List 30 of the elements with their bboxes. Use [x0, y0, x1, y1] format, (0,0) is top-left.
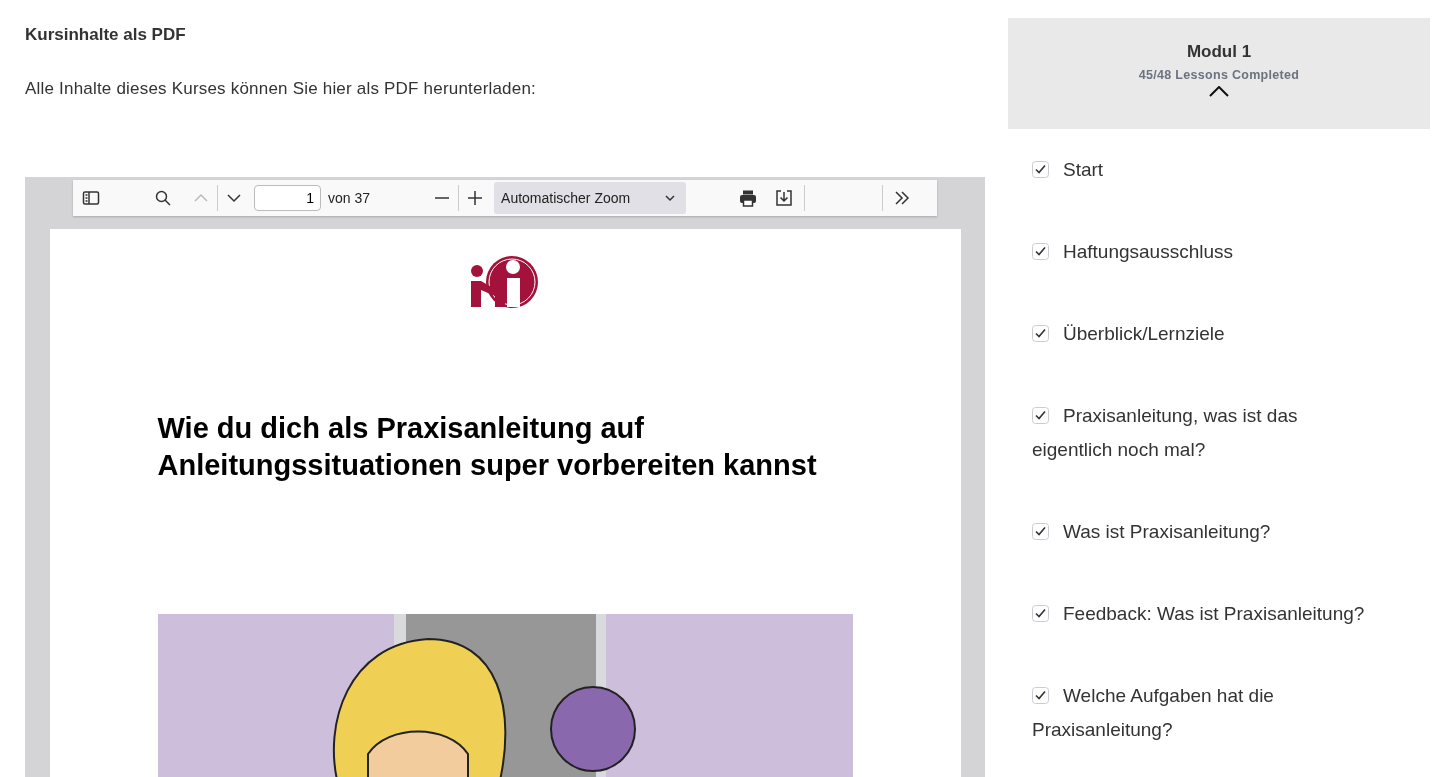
- lesson-link[interactable]: Praxisanleitung, was ist das eigentlich noch mal?: [1032, 399, 1372, 467]
- search-icon[interactable]: [153, 188, 173, 208]
- lesson-link[interactable]: Überblick/Lernziele: [1032, 317, 1372, 351]
- progress-text: 45/48 Lessons Completed: [1138, 68, 1300, 82]
- page-count: von 37: [328, 190, 371, 206]
- checkbox[interactable]: [1032, 407, 1049, 424]
- module-header[interactable]: Modul 1 45/48 Lessons Completed: [1008, 18, 1430, 129]
- download-icon[interactable]: [774, 188, 795, 208]
- document-heading: Wie du dich als Praxisanleitung auf Anleitungssituationen super vorbereiten kannst: [157, 411, 818, 483]
- checkbox[interactable]: [1032, 605, 1049, 622]
- checkbox[interactable]: [1032, 161, 1049, 178]
- lesson-link[interactable]: Feedback: Was ist Praxisanleitung?: [1032, 597, 1372, 631]
- page-number-field[interactable]: 1: [254, 185, 321, 211]
- checkbox[interactable]: [1032, 325, 1049, 342]
- checkbox[interactable]: [1032, 687, 1049, 704]
- checkbox[interactable]: [1032, 523, 1049, 540]
- sidebar-toggle-icon[interactable]: [81, 188, 101, 208]
- chevron-up-icon[interactable]: [1209, 86, 1229, 97]
- section-description: Alle Inhalte dieses Kurses können Sie hier als PDF herunterladen:: [25, 79, 537, 99]
- zoom-dropdown[interactable]: Automatischer Zoom: [494, 182, 687, 214]
- lesson-link[interactable]: Was ist Praxisanleitung?: [1032, 515, 1372, 549]
- lesson-link[interactable]: Haftungsausschluss: [1032, 235, 1372, 269]
- module-title: Modul 1: [1186, 42, 1252, 62]
- checkbox[interactable]: [1032, 243, 1049, 260]
- printer-icon[interactable]: [738, 188, 759, 208]
- lesson-link[interactable]: Start: [1032, 153, 1372, 187]
- section-title: Kursinhalte als PDF: [25, 25, 187, 45]
- caret-icon: [664, 192, 677, 204]
- logo-icon: [469, 254, 541, 310]
- lesson-link[interactable]: Welche Aufgaben hat die Praxisanleitung?: [1032, 679, 1372, 747]
